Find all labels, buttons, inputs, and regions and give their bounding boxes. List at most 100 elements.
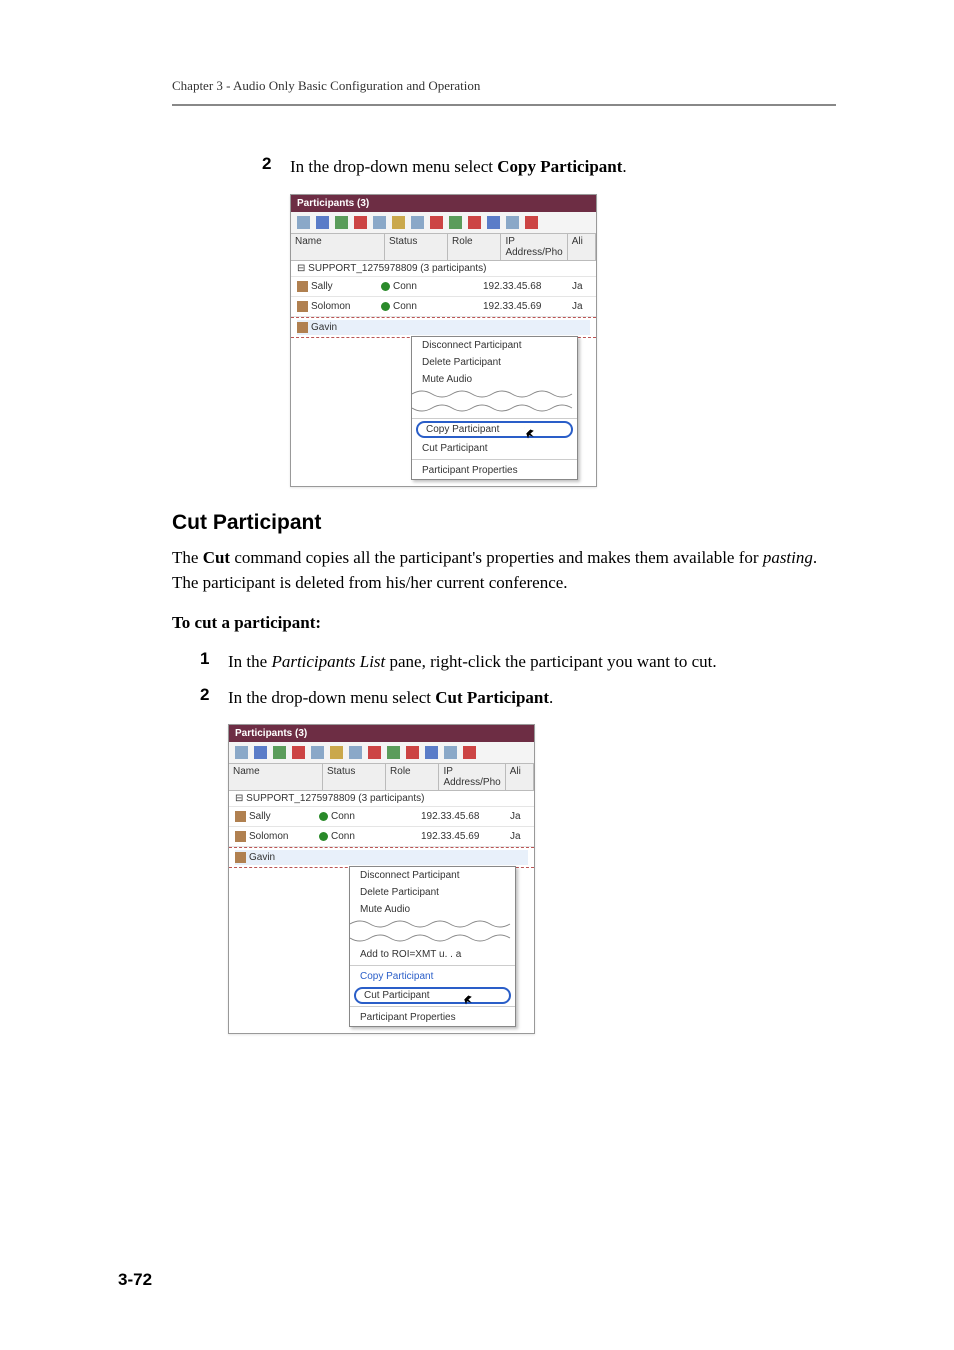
status-text: Conn [393, 281, 417, 292]
status-dot-icon [381, 282, 390, 291]
participant-name: Gavin [311, 322, 337, 333]
col-status[interactable]: Status [323, 764, 386, 790]
group-row[interactable]: ⊟ SUPPORT_1275978809 (3 participants) [229, 791, 534, 807]
menu-item-delete[interactable]: Delete Participant [350, 884, 515, 901]
person-icon [235, 852, 246, 863]
menu-item-delete[interactable]: Delete Participant [412, 354, 577, 371]
ip-text: 192.33.45.68 [421, 811, 510, 822]
page-number: 3-72 [118, 1270, 152, 1290]
refresh-icon[interactable] [392, 216, 405, 229]
status-text: Conn [331, 831, 355, 842]
ip-text: 192.33.45.69 [483, 301, 572, 312]
menu-item-mute[interactable]: Mute Audio [412, 371, 577, 388]
connect-icon[interactable] [273, 746, 286, 759]
table-row-selected[interactable]: Gavin [229, 847, 534, 868]
stop-icon[interactable] [468, 216, 481, 229]
participants-screenshot-copy: Participants (3) Name Status Role IP Add… [290, 194, 597, 487]
disconnect-icon[interactable] [354, 216, 367, 229]
chapter-header: Chapter 3 - Audio Only Basic Configurati… [172, 78, 836, 94]
col-status[interactable]: Status [385, 234, 448, 260]
step-number: 2 [200, 685, 228, 705]
text-fragment: command copies all the participant's pro… [230, 548, 763, 567]
export-icon[interactable] [444, 746, 457, 759]
cut-participant-heading: Cut Participant [172, 511, 836, 535]
stop-icon[interactable] [406, 746, 419, 759]
play-icon[interactable] [449, 216, 462, 229]
mute-icon[interactable] [349, 746, 362, 759]
add-participant-icon[interactable] [297, 216, 310, 229]
col-name[interactable]: Name [291, 234, 385, 260]
table-row[interactable]: Sally Conn 192.33.45.68 Ja [291, 277, 596, 297]
col-ip[interactable]: IP Address/Pho [501, 234, 567, 260]
person-icon[interactable] [373, 216, 386, 229]
participant-name: Sally [249, 811, 271, 822]
play-icon[interactable] [387, 746, 400, 759]
menu-item-cut-participant[interactable]: Cut Participant [354, 987, 511, 1004]
menu-item-mute[interactable]: Mute Audio [350, 901, 515, 918]
ip-text: 192.33.45.68 [483, 281, 572, 292]
table-row[interactable]: Solomon Conn 192.33.45.69 Ja [229, 827, 534, 847]
person-icon[interactable] [311, 746, 324, 759]
list-icon[interactable] [316, 216, 329, 229]
col-role[interactable]: Role [386, 764, 439, 790]
col-name[interactable]: Name [229, 764, 323, 790]
participant-name: Solomon [249, 831, 288, 842]
group-label: SUPPORT_1275978809 (3 participants) [308, 263, 486, 274]
torn-edge [412, 402, 577, 416]
menu-item-participant-properties[interactable]: Participant Properties [350, 1009, 515, 1026]
group-label: SUPPORT_1275978809 (3 participants) [246, 793, 424, 804]
add-participant-icon[interactable] [235, 746, 248, 759]
menu-item-participant-properties[interactable]: Participant Properties [412, 462, 577, 479]
text-bold: Cut [203, 548, 230, 567]
ali-text: Ja [510, 831, 528, 842]
table-row[interactable]: Solomon Conn 192.33.45.69 Ja [291, 297, 596, 317]
step-number: 2 [262, 154, 290, 174]
menu-item-cut-participant[interactable]: Cut Participant [412, 440, 577, 457]
copy-step-2: 2 In the drop-down menu select Copy Part… [172, 154, 836, 180]
menu-item-copy-participant[interactable]: Copy Participant [350, 968, 515, 985]
list-icon[interactable] [254, 746, 267, 759]
speaker-icon[interactable] [487, 216, 500, 229]
connect-icon[interactable] [335, 216, 348, 229]
export-icon[interactable] [506, 216, 519, 229]
disconnect-icon[interactable] [292, 746, 305, 759]
record-icon[interactable] [430, 216, 443, 229]
text-fragment: In the [228, 652, 271, 671]
text-fragment: The [172, 548, 203, 567]
step-text: In the drop-down menu select Cut Partici… [228, 685, 553, 711]
status-dot-icon [381, 302, 390, 311]
status-text: Conn [331, 811, 355, 822]
col-ip[interactable]: IP Address/Pho [439, 764, 505, 790]
mute-icon[interactable] [411, 216, 424, 229]
text-fragment: . [622, 157, 626, 176]
rec-dot-icon[interactable] [463, 746, 476, 759]
col-role[interactable]: Role [448, 234, 501, 260]
text-fragment: . [549, 688, 553, 707]
group-row[interactable]: ⊟ SUPPORT_1275978809 (3 participants) [291, 261, 596, 277]
cut-step-2: 2 In the drop-down menu select Cut Parti… [172, 685, 836, 711]
table-row-selected[interactable]: Gavin [291, 317, 596, 338]
col-ali[interactable]: Ali [506, 764, 534, 790]
menu-item-add-to[interactable]: Add to ROI=XMT u. . a [350, 946, 515, 963]
speaker-icon[interactable] [425, 746, 438, 759]
table-row[interactable]: Sally Conn 192.33.45.68 Ja [229, 807, 534, 827]
torn-edge [412, 388, 577, 402]
refresh-icon[interactable] [330, 746, 343, 759]
step-number: 1 [200, 649, 228, 669]
header-rule [172, 104, 836, 106]
rec-dot-icon[interactable] [525, 216, 538, 229]
col-ali[interactable]: Ali [568, 234, 596, 260]
participant-name: Gavin [249, 852, 275, 863]
person-icon [235, 831, 246, 842]
participants-pane-title: Participants (3) [291, 195, 596, 212]
ali-text: Ja [572, 281, 590, 292]
record-icon[interactable] [368, 746, 381, 759]
step-text: In the Participants List pane, right-cli… [228, 649, 717, 675]
ip-text: 192.33.45.69 [421, 831, 510, 842]
participants-screenshot-cut: Participants (3) Name Status Role IP Add… [228, 724, 535, 1034]
menu-item-disconnect[interactable]: Disconnect Participant [350, 867, 515, 884]
menu-item-copy-participant[interactable]: Copy Participant [416, 421, 573, 438]
person-icon [297, 322, 308, 333]
menu-item-disconnect[interactable]: Disconnect Participant [412, 337, 577, 354]
text-fragment: In the drop-down menu select [290, 157, 497, 176]
